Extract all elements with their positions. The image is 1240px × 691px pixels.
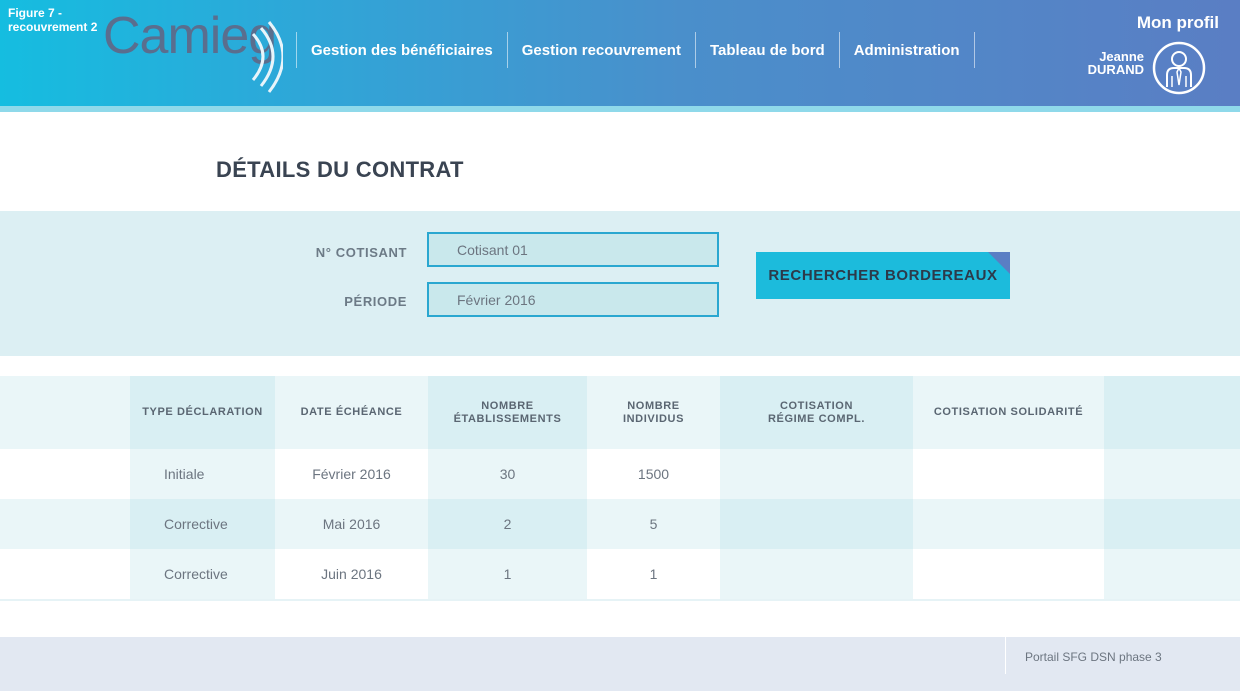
cell-individus: 1 <box>587 549 720 599</box>
table-header-row: TYPE DÉCLARATION DATE ÉCHÉANCE NOMBRE ÉT… <box>0 376 1240 449</box>
cell-type: Corrective <box>130 549 275 599</box>
cell-date: Février 2016 <box>275 449 428 499</box>
header-cotisation-solidarite: COTISATION SOLIDARITÉ <box>913 376 1104 449</box>
user-avatar-icon[interactable] <box>1152 41 1206 95</box>
cell-solidarite <box>913 499 1104 549</box>
cell-type: Initiale <box>130 449 275 499</box>
table-bottom-border <box>0 599 1240 601</box>
nav-gestion-recouvrement[interactable]: Gestion recouvrement <box>506 32 695 68</box>
table-row[interactable]: Corrective Mai 2016 2 5 <box>0 499 1240 549</box>
header-type-declaration: TYPE DÉCLARATION <box>130 376 275 449</box>
nav-administration[interactable]: Administration <box>838 32 975 68</box>
cotisant-label: N° COTISANT <box>315 245 407 260</box>
header-nombre-etablissements: NOMBRE ÉTABLISSEMENTS <box>428 376 587 449</box>
header-cotisation-regime: COTISATION RÉGIME COMPL. <box>720 376 913 449</box>
profile-last-name: DURAND <box>1087 62 1144 77</box>
header-nombre-individus: NOMBRE INDIVIDUS <box>587 376 720 449</box>
table-row[interactable]: Corrective Juin 2016 1 1 <box>0 549 1240 599</box>
cell-solidarite <box>913 449 1104 499</box>
cell-individus: 5 <box>587 499 720 549</box>
app-header: Figure 7 - recouvrement 2 Camieg Gestion… <box>0 0 1240 106</box>
header-cell-spacer-right <box>1104 376 1240 449</box>
nav-tableau-de-bord[interactable]: Tableau de bord <box>694 32 839 68</box>
cell-date: Mai 2016 <box>275 499 428 549</box>
periode-label: PÉRIODE <box>344 294 407 309</box>
profile-user-name: Jeanne DURAND <box>1088 50 1144 76</box>
cell-solidarite <box>913 549 1104 599</box>
header-date-echeance: DATE ÉCHÉANCE <box>275 376 428 449</box>
cell-etablissements: 1 <box>428 549 587 599</box>
figure-label: Figure 7 - recouvrement 2 <box>8 6 98 34</box>
cell-etablissements: 2 <box>428 499 587 549</box>
main-nav: Gestion des bénéficiaires Gestion recouv… <box>296 32 975 68</box>
periode-input[interactable] <box>427 282 719 317</box>
camieg-logo[interactable]: Camieg <box>103 6 283 98</box>
cell-regime <box>720 549 913 599</box>
app-footer: Portail SFG DSN phase 3 <box>0 637 1240 691</box>
nav-gestion-beneficiaires[interactable]: Gestion des bénéficiaires <box>296 32 507 68</box>
logo-waves-icon <box>251 21 283 93</box>
cell-regime <box>720 449 913 499</box>
search-panel: N° COTISANT PÉRIODE RECHERCHER BORDEREAU… <box>0 211 1240 356</box>
cotisant-input[interactable] <box>427 232 719 267</box>
footer-divider <box>1005 637 1006 674</box>
declarations-table: TYPE DÉCLARATION DATE ÉCHÉANCE NOMBRE ÉT… <box>0 376 1240 608</box>
table-row[interactable]: Initiale Février 2016 30 1500 <box>0 449 1240 499</box>
header-strip <box>0 106 1240 112</box>
rechercher-bordereaux-label: RECHERCHER BORDEREAUX <box>768 267 998 284</box>
cell-etablissements: 30 <box>428 449 587 499</box>
profile-link[interactable]: Mon profil <box>1137 13 1219 33</box>
cell-individus: 1500 <box>587 449 720 499</box>
header-cell-spacer-left <box>0 376 130 449</box>
footer-portal-name: Portail SFG DSN phase 3 <box>1025 650 1162 664</box>
cell-regime <box>720 499 913 549</box>
cell-date: Juin 2016 <box>275 549 428 599</box>
page-title: DÉTAILS DU CONTRAT <box>216 157 464 182</box>
cell-type: Corrective <box>130 499 275 549</box>
rechercher-bordereaux-button[interactable]: RECHERCHER BORDEREAUX <box>756 252 1010 299</box>
